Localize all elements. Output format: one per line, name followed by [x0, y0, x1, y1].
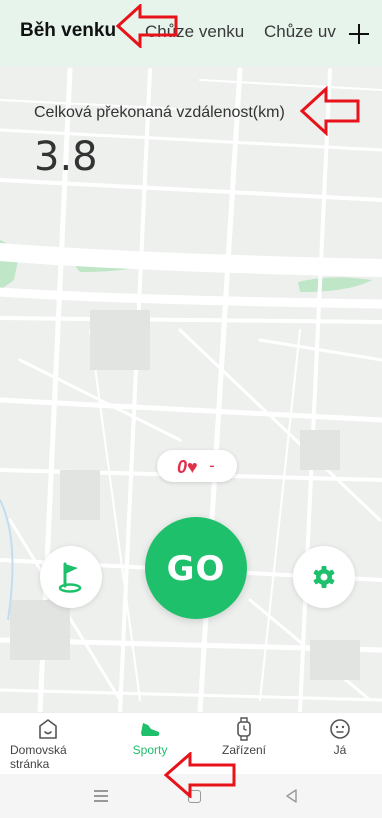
tab-outdoor-run[interactable]: Běh venku — [20, 20, 116, 42]
heart-rate-icon: 0♥ — [177, 457, 198, 477]
shoe-icon — [141, 723, 160, 736]
annotation-arrow-tab — [116, 4, 178, 48]
settings-button[interactable] — [293, 546, 355, 608]
plus-icon[interactable] — [347, 22, 371, 46]
total-distance-value: 3.8 — [34, 134, 98, 180]
go-label: GO — [166, 549, 226, 589]
nav-home[interactable]: Domovská stránka — [0, 713, 96, 775]
menu-icon[interactable] — [94, 790, 108, 802]
heart-rate-value: - — [209, 456, 215, 475]
sport-tab-bar: Běh venku Chůze venku Chůze uv — [0, 0, 382, 66]
go-button[interactable]: GO — [145, 517, 247, 619]
gear-icon — [313, 566, 335, 588]
nav-home-label: Domovská stránka — [10, 743, 67, 771]
home-icon — [39, 719, 57, 739]
total-distance-label: Celková překonaná vzdálenost(km) — [34, 104, 285, 121]
smiley-icon — [330, 719, 350, 739]
back-triangle-icon[interactable] — [284, 788, 300, 804]
nav-me-label: Já — [333, 743, 347, 757]
tab-indoor-walk[interactable]: Chůze uv — [264, 22, 336, 42]
annotation-arrow-distance — [300, 86, 360, 136]
flag-icon — [58, 562, 82, 593]
watch-icon — [237, 717, 251, 741]
annotation-arrow-sports — [164, 752, 236, 798]
heart-rate-badge[interactable]: 0♥ - — [157, 450, 237, 482]
nav-me[interactable]: Já — [292, 713, 382, 775]
route-flag-button[interactable] — [40, 546, 102, 608]
